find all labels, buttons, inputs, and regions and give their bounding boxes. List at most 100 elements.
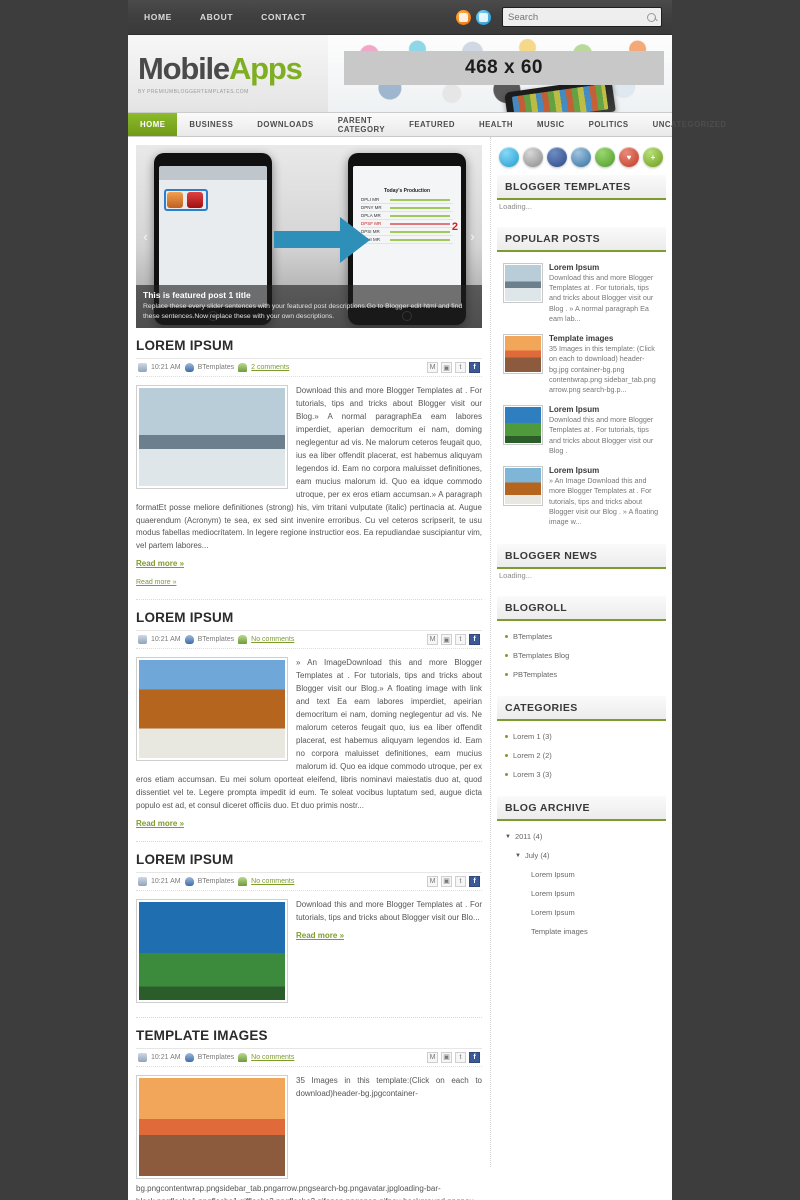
popular-post-title: Lorem Ipsum <box>549 405 600 415</box>
twitter-share-icon[interactable]: t <box>455 875 466 887</box>
archive-month-label: July (4) <box>524 851 550 861</box>
share-buttons: M ▣ t f <box>427 634 480 646</box>
popular-post-item[interactable]: Template images 35 Images in this templa… <box>501 329 662 400</box>
twitter-icon[interactable] <box>476 9 491 25</box>
search-input[interactable] <box>508 11 647 23</box>
popular-post-item[interactable]: Lorem Ipsum » An Image Download this and… <box>501 461 662 532</box>
blogroll-item[interactable]: BTemplates <box>501 627 662 646</box>
category-item[interactable]: Lorem 1 (3) <box>501 727 662 746</box>
post-thumbnail[interactable] <box>136 657 288 762</box>
archive-post-row[interactable]: Lorem Ipsum <box>501 884 662 903</box>
read-more-link[interactable]: Read more » <box>296 931 344 940</box>
post-time: 10:21 AM <box>151 636 181 644</box>
post-comments-link[interactable]: No comments <box>251 636 294 643</box>
read-more-link[interactable]: Read more » <box>136 559 184 568</box>
read-more-link[interactable]: Read more » <box>136 819 184 828</box>
slider-next-button[interactable]: › <box>466 228 479 244</box>
popular-post-thumbnail <box>503 466 543 507</box>
post-item: LOREM IPSUM 10:21 AM BTemplates No comme… <box>136 600 482 842</box>
chevron-down-icon[interactable]: ▼ <box>515 853 521 859</box>
ad-banner[interactable]: 468 x 60 <box>344 51 664 85</box>
nav-item-health[interactable]: HEALTH <box>467 113 525 136</box>
twitter-share-icon[interactable]: t <box>455 634 466 646</box>
blogger-icon[interactable]: ▣ <box>441 634 452 646</box>
facebook-share-icon[interactable]: f <box>469 1051 480 1063</box>
search-icon[interactable] <box>647 12 656 22</box>
widget-body: BTemplates BTemplates Blog PBTemplates <box>497 621 666 686</box>
post-comments-link[interactable]: 2 comments <box>251 364 289 371</box>
post-title[interactable]: TEMPLATE IMAGES <box>136 1028 482 1048</box>
post-thumbnail[interactable] <box>136 385 288 489</box>
facebook-icon[interactable] <box>547 147 567 167</box>
nav-item-uncategorized[interactable]: UNCATEGORIZED <box>641 113 739 136</box>
nav-item-featured[interactable]: FEATURED <box>397 113 467 136</box>
search-box[interactable] <box>502 7 662 27</box>
twitter-share-icon[interactable]: t <box>455 362 466 373</box>
popular-post-item[interactable]: Lorem Ipsum Download this and more Blogg… <box>501 258 662 329</box>
popular-post-item[interactable]: Lorem Ipsum Download this and more Blogg… <box>501 400 662 461</box>
gmail-icon[interactable]: M <box>427 875 438 887</box>
nav-item-downloads[interactable]: DOWNLOADS <box>245 113 325 136</box>
archive-post-label: Lorem Ipsum <box>531 908 575 918</box>
delicious-icon[interactable] <box>523 147 543 167</box>
post-time: 10:21 AM <box>151 1053 181 1061</box>
slider-caption-title: This is featured post 1 title <box>143 290 251 301</box>
blogger-icon[interactable]: ▣ <box>441 875 452 887</box>
topnav-item-about[interactable]: ABOUT <box>186 0 247 35</box>
archive-post-row[interactable]: Lorem Ipsum <box>501 865 662 884</box>
archive-post-row[interactable]: Template images <box>501 922 662 941</box>
stumbleupon-icon[interactable] <box>595 147 615 167</box>
slider-prev-button[interactable]: ‹ <box>139 228 152 244</box>
phone-table-row: DPHI MR <box>361 236 453 244</box>
category-item[interactable]: Lorem 3 (3) <box>501 765 662 784</box>
blogger-icon[interactable]: ▣ <box>441 362 452 373</box>
twitter-share-icon[interactable]: t <box>455 1051 466 1063</box>
popular-post-desc: Download this and more Blogger Templates… <box>549 273 654 323</box>
read-more-link-secondary[interactable]: Read more » <box>136 579 176 586</box>
blogroll-item[interactable]: BTemplates Blog <box>501 646 662 665</box>
favorites-icon[interactable]: ♥ <box>619 147 639 167</box>
post-comments-link[interactable]: No comments <box>251 878 294 885</box>
facebook-share-icon[interactable]: f <box>469 634 480 646</box>
phone-table-row: DPLI MR <box>361 196 453 204</box>
site-logo[interactable]: MobileApps BY PREMIUMBLOGGERTEMPLATES.CO… <box>138 51 303 95</box>
post-thumbnail[interactable] <box>136 898 288 1003</box>
archive-post-label: Lorem Ipsum <box>531 870 575 880</box>
archive-post-row[interactable]: Lorem Ipsum <box>501 903 662 922</box>
phone-table-row: DPNY MR <box>361 204 453 212</box>
nav-item-home[interactable]: HOME <box>128 113 178 136</box>
comments-icon <box>238 635 248 645</box>
topnav-item-contact[interactable]: CONTACT <box>247 0 320 35</box>
widget-categories: CATEGORIES Lorem 1 (3) Lorem 2 (2) Lorem… <box>497 696 666 786</box>
rss-icon[interactable] <box>456 9 471 25</box>
archive-year-row[interactable]: ▼ 2011 (4) <box>501 827 662 846</box>
post-title[interactable]: LOREM IPSUM <box>136 610 482 630</box>
gmail-icon[interactable]: M <box>427 634 438 646</box>
nav-item-music[interactable]: MUSIC <box>525 113 577 136</box>
twitter-icon[interactable] <box>499 147 519 167</box>
widget-popular-posts: POPULAR POSTS Lorem Ipsum Download this … <box>497 227 666 534</box>
nav-item-parent-category[interactable]: PARENT CATEGORY <box>326 113 397 136</box>
post-thumbnail[interactable] <box>136 1074 288 1179</box>
blogger-icon[interactable]: ▣ <box>441 1051 452 1063</box>
digg-icon[interactable] <box>571 147 591 167</box>
post-comments-link[interactable]: No comments <box>251 1054 294 1061</box>
post-title[interactable]: LOREM IPSUM <box>136 852 482 872</box>
more-icon[interactable]: + <box>643 147 663 167</box>
archive-month-row[interactable]: ▼ July (4) <box>501 846 662 865</box>
chevron-down-icon[interactable]: ▼ <box>505 834 511 840</box>
logo-text: MobileApps <box>138 51 303 87</box>
category-item[interactable]: Lorem 2 (2) <box>501 746 662 765</box>
post-title[interactable]: LOREM IPSUM <box>136 338 482 358</box>
blogroll-item[interactable]: PBTemplates <box>501 665 662 684</box>
blogroll-label: BTemplates Blog <box>513 651 570 661</box>
gmail-icon[interactable]: M <box>427 362 438 373</box>
gmail-icon[interactable]: M <box>427 1051 438 1063</box>
topnav-item-home[interactable]: HOME <box>128 0 186 35</box>
widget-body: Lorem Ipsum Download this and more Blogg… <box>497 252 666 534</box>
facebook-share-icon[interactable]: f <box>469 362 480 373</box>
featured-slider[interactable]: Today's Production DPLI MR DPNY MR DPLA … <box>136 145 482 328</box>
facebook-share-icon[interactable]: f <box>469 875 480 887</box>
nav-item-business[interactable]: BUSINESS <box>177 113 245 136</box>
nav-item-politics[interactable]: POLITICS <box>577 113 641 136</box>
